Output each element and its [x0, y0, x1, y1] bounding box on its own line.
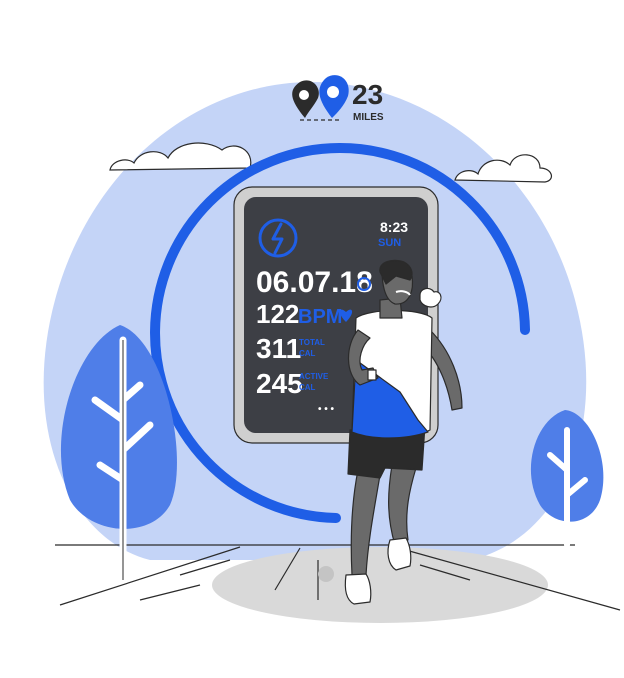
watch-day: SUN: [378, 237, 401, 249]
distance-value: 23: [352, 79, 383, 110]
watch-date: 06.07.18: [256, 266, 373, 299]
active-cal-value: 245: [256, 368, 303, 399]
more-indicator: • • •: [318, 404, 335, 415]
ground-shadow: [212, 547, 548, 623]
active-cal-label-1: ACTIVE: [299, 372, 329, 381]
heart-rate-value: 122: [256, 299, 299, 329]
cloud-left: [109, 142, 252, 171]
heart-rate-unit: BPM: [298, 306, 342, 328]
tree-right: [530, 410, 604, 548]
total-cal-value: 311: [256, 333, 301, 364]
total-cal-label-2: CAL: [299, 349, 316, 358]
active-cal-label-2: CAL: [299, 383, 316, 392]
watch-time: 8:23: [380, 219, 408, 235]
total-cal-label-1: TOTAL: [299, 338, 325, 347]
distance-unit: MILES: [353, 112, 384, 123]
fitness-illustration: 23 MILES 8:23 SUN 06.07.18 122 BPM 311 T…: [43, 75, 621, 623]
